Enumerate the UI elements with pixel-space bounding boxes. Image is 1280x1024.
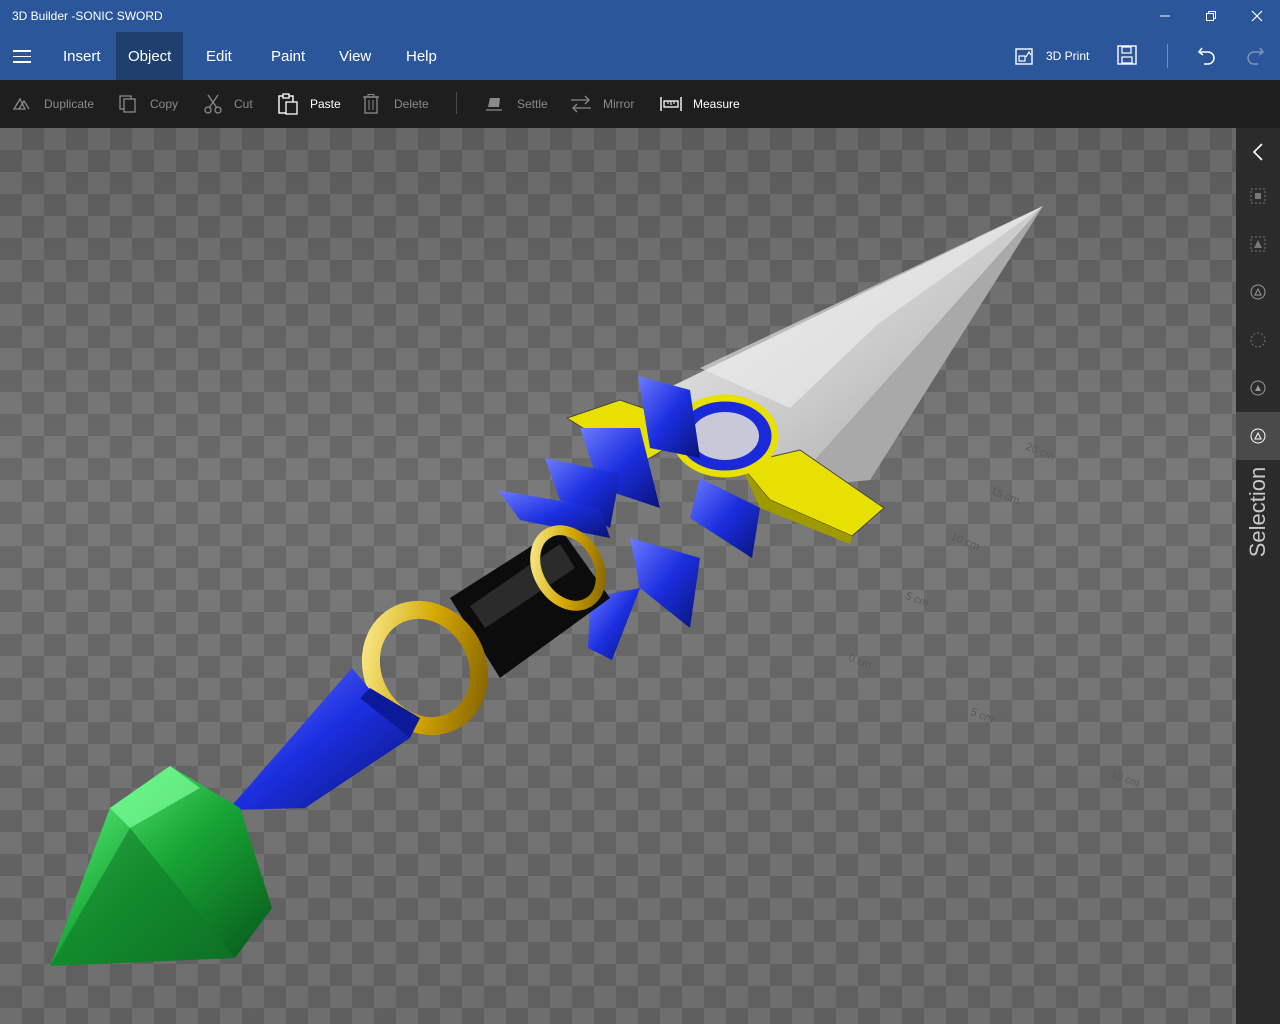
redo-icon bbox=[1247, 47, 1265, 65]
paste-button[interactable]: Paste bbox=[278, 80, 341, 128]
select-shape-icon bbox=[1250, 428, 1266, 444]
3d-viewport[interactable]: 20 cm 15 cm 10 cm 5 cm 0 cm 5 cm 10 cm bbox=[0, 128, 1236, 1024]
minimize-icon bbox=[1160, 15, 1170, 17]
3d-print-label: 3D Print bbox=[1046, 49, 1090, 63]
settle-button[interactable]: Settle bbox=[485, 80, 548, 128]
delete-icon bbox=[363, 94, 379, 114]
mirror-label: Mirror bbox=[603, 97, 635, 111]
cut-button[interactable]: Cut bbox=[204, 80, 253, 128]
restore-icon bbox=[1206, 11, 1216, 21]
select-lasso-button[interactable] bbox=[1236, 316, 1280, 364]
settle-icon bbox=[486, 98, 502, 111]
selection-label-container: Selection bbox=[1236, 462, 1280, 562]
chevron-left-icon bbox=[1252, 143, 1263, 161]
menu-divider bbox=[1167, 44, 1168, 68]
sonic-sword-model[interactable] bbox=[0, 128, 1236, 1024]
delete-button[interactable]: Delete bbox=[362, 80, 429, 128]
save-icon bbox=[1117, 45, 1137, 65]
lower-cone bbox=[228, 668, 420, 810]
cut-icon bbox=[204, 94, 222, 114]
hamburger-menu-icon[interactable] bbox=[13, 50, 31, 63]
close-icon bbox=[1251, 10, 1263, 22]
copy-button[interactable]: Copy bbox=[118, 80, 178, 128]
object-toolbar: Duplicate Copy Cut Paste Delete Settle M… bbox=[0, 80, 1280, 128]
paste-label: Paste bbox=[310, 97, 341, 111]
settle-label: Settle bbox=[517, 97, 548, 111]
select-faces-icon bbox=[1250, 236, 1266, 252]
window-title: 3D Builder -SONIC SWORD bbox=[12, 9, 163, 23]
selection-panel bbox=[1236, 128, 1280, 1024]
3d-print-button[interactable]: 3D Print bbox=[1014, 44, 1089, 68]
undo-icon bbox=[1197, 47, 1215, 65]
menu-view[interactable]: View bbox=[327, 32, 383, 80]
select-lasso-icon bbox=[1250, 332, 1266, 348]
title-bar: 3D Builder -SONIC SWORD bbox=[0, 0, 1280, 32]
redo-button[interactable] bbox=[1244, 44, 1268, 68]
pommel-gem bbox=[50, 766, 272, 966]
delete-label: Delete bbox=[394, 97, 429, 111]
select-objects-button[interactable] bbox=[1236, 172, 1280, 220]
close-button[interactable] bbox=[1234, 0, 1280, 32]
selection-label: Selection bbox=[1245, 466, 1270, 558]
duplicate-label: Duplicate bbox=[44, 97, 95, 111]
select-edges-icon bbox=[1250, 284, 1266, 300]
paste-icon bbox=[278, 93, 298, 115]
menu-object[interactable]: Object bbox=[116, 32, 184, 80]
select-vertex-button[interactable] bbox=[1236, 364, 1280, 412]
copy-icon bbox=[119, 95, 136, 113]
mirror-button[interactable]: Mirror bbox=[570, 80, 634, 128]
mirror-icon bbox=[571, 95, 591, 113]
minimize-button[interactable] bbox=[1142, 0, 1188, 32]
select-objects-icon bbox=[1250, 188, 1266, 204]
3d-print-icon bbox=[1015, 48, 1033, 65]
restore-button[interactable] bbox=[1188, 0, 1234, 32]
measure-icon bbox=[660, 97, 682, 111]
menu-help[interactable]: Help bbox=[394, 32, 449, 80]
save-button[interactable] bbox=[1116, 44, 1140, 68]
menu-edit[interactable]: Edit bbox=[194, 32, 244, 80]
select-vertex-icon bbox=[1250, 380, 1266, 396]
duplicate-icon bbox=[12, 97, 30, 110]
copy-label: Copy bbox=[150, 97, 179, 111]
select-shape-button[interactable] bbox=[1236, 412, 1280, 460]
collapse-panel-button[interactable] bbox=[1236, 128, 1280, 176]
cut-label: Cut bbox=[234, 97, 253, 111]
duplicate-button[interactable]: Duplicate bbox=[12, 80, 94, 128]
toolbar-divider bbox=[456, 92, 457, 114]
measure-button[interactable]: Measure bbox=[660, 80, 740, 128]
select-faces-button[interactable] bbox=[1236, 220, 1280, 268]
select-edges-button[interactable] bbox=[1236, 268, 1280, 316]
menu-bar: Insert Object Edit Paint View Help 3D Pr… bbox=[0, 32, 1280, 80]
measure-label: Measure bbox=[693, 97, 740, 111]
menu-paint[interactable]: Paint bbox=[259, 32, 317, 80]
undo-button[interactable] bbox=[1196, 44, 1220, 68]
menu-insert[interactable]: Insert bbox=[51, 32, 113, 80]
